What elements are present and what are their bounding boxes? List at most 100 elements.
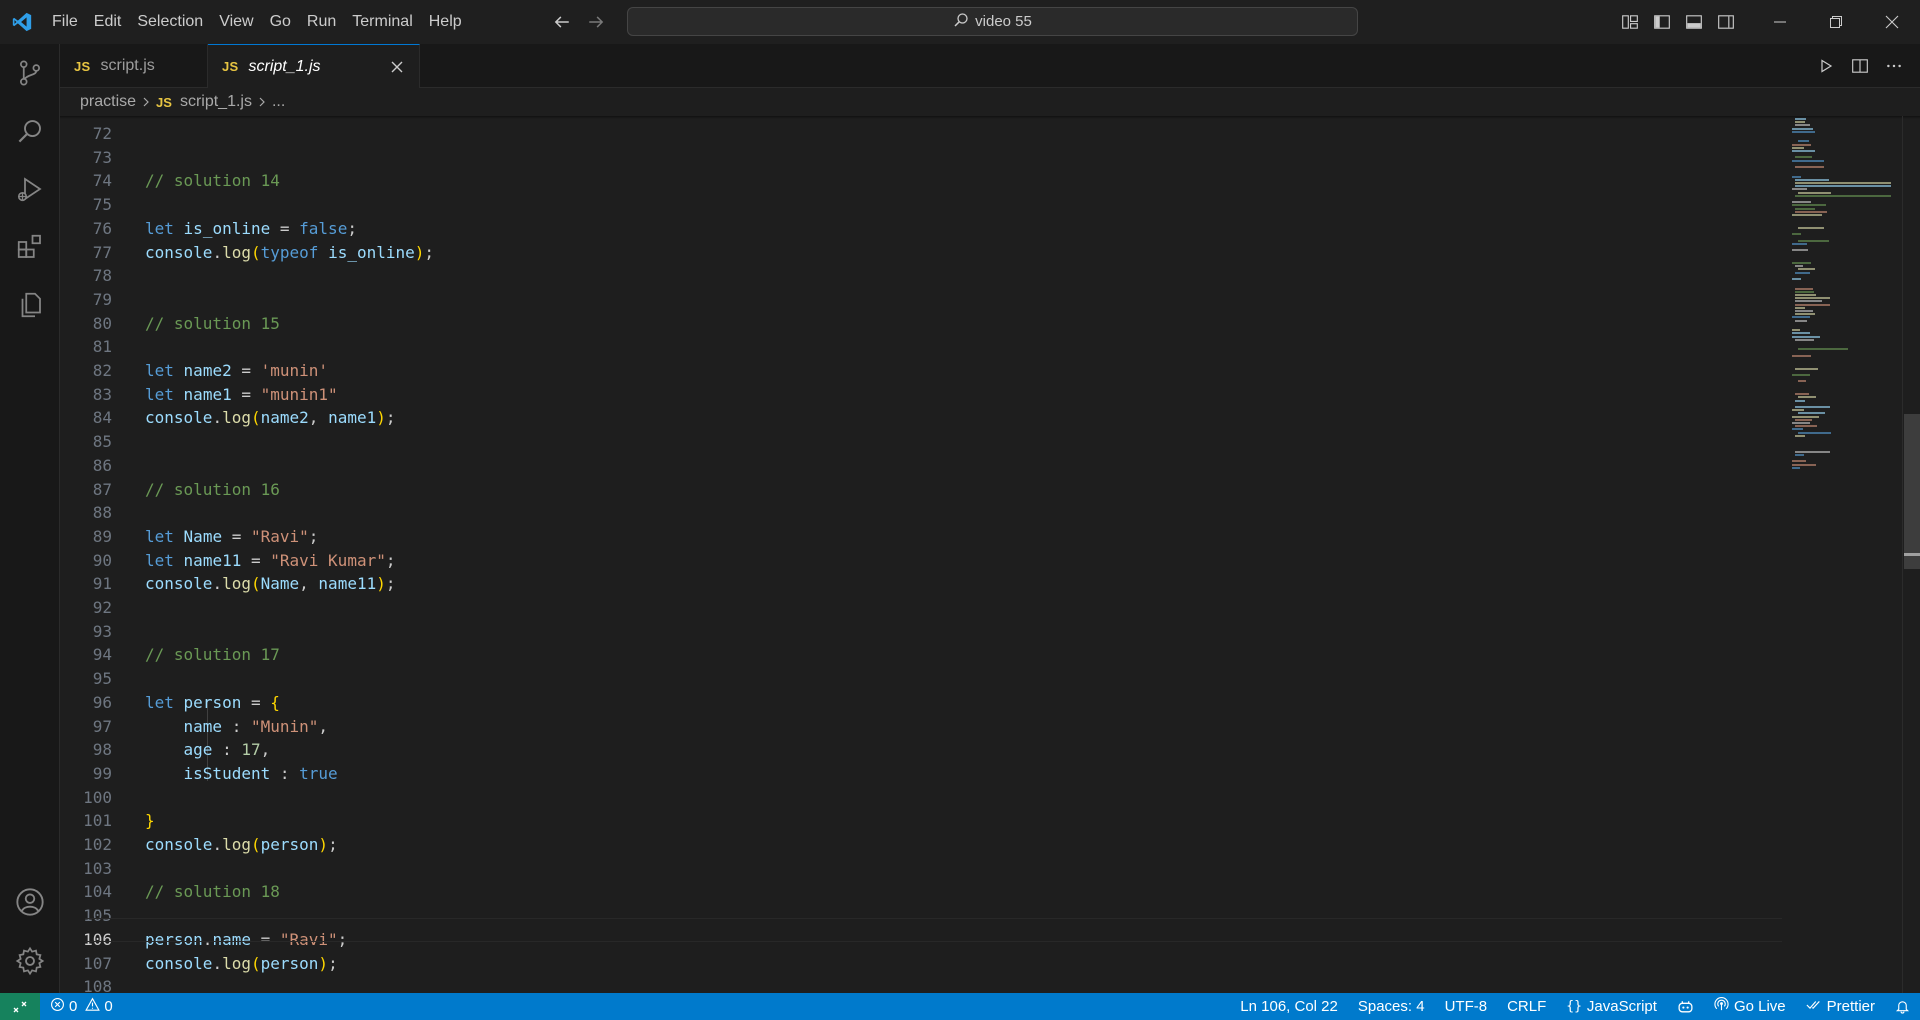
line-number: 85: [92, 432, 112, 452]
code-line[interactable]: 98 age : 17,: [60, 738, 1782, 762]
remote-indicator-icon[interactable]: [0, 993, 40, 1020]
accounts-icon[interactable]: [0, 873, 60, 931]
code-line[interactable]: 83 let name1 = "munin1": [60, 383, 1782, 407]
extensions-icon[interactable]: [0, 218, 60, 276]
minimap-line: [1792, 335, 1820, 338]
menu-run[interactable]: Run: [299, 0, 344, 44]
search-sidebar-icon[interactable]: [0, 102, 60, 160]
command-center-search[interactable]: video 55: [627, 7, 1358, 36]
split-editor-icon[interactable]: [1850, 56, 1870, 76]
notifications-bell-icon[interactable]: [1885, 993, 1920, 1020]
code-line[interactable]: 108: [60, 975, 1782, 993]
language-mode[interactable]: {} JavaScript: [1556, 993, 1667, 1020]
code-line[interactable]: 74 // solution 14: [60, 169, 1782, 193]
code-line[interactable]: 78: [60, 264, 1782, 288]
end-of-line[interactable]: CRLF: [1497, 993, 1556, 1020]
code-line[interactable]: 84 console.log(name2, name1);: [60, 406, 1782, 430]
line-number: 104: [83, 882, 112, 902]
code-token: let: [145, 218, 174, 238]
code-line[interactable]: 107 console.log(person);: [60, 952, 1782, 976]
code-line[interactable]: 80 // solution 15: [60, 312, 1782, 336]
close-tab-icon[interactable]: [387, 57, 407, 77]
code-line[interactable]: 91 console.log(Name, name11);: [60, 572, 1782, 596]
code-line[interactable]: 97 name : "Munin",: [60, 715, 1782, 739]
breadcrumb-folder[interactable]: practise: [80, 93, 136, 111]
code-line[interactable]: 95: [60, 667, 1782, 691]
restore-icon[interactable]: [1808, 0, 1864, 44]
run-and-debug-icon[interactable]: [0, 160, 60, 218]
run-code-icon[interactable]: [1816, 56, 1836, 76]
forward-arrow-icon[interactable]: [586, 12, 606, 32]
code-line[interactable]: 94 // solution 17: [60, 643, 1782, 667]
code-editor[interactable]: 72 73 74 // solution 14 75 76 let is_online = …: [60, 116, 1782, 993]
back-arrow-icon[interactable]: [552, 12, 572, 32]
code-line[interactable]: 101}: [60, 809, 1782, 833]
minimap-line: [1795, 124, 1810, 127]
code-line[interactable]: 82 let name2 = 'munin': [60, 359, 1782, 383]
code-token: let: [145, 692, 174, 712]
code-token: name1: [328, 408, 377, 428]
code-line[interactable]: 77 console.log(typeof is_online);: [60, 241, 1782, 265]
file-encoding[interactable]: UTF-8: [1435, 993, 1498, 1020]
indentation[interactable]: Spaces: 4: [1348, 993, 1435, 1020]
code-token: ;: [328, 953, 338, 973]
copilot-icon[interactable]: [1667, 993, 1704, 1020]
settings-gear-icon[interactable]: [0, 932, 60, 990]
code-line[interactable]: 90 let name11 = "Ravi Kumar";: [60, 549, 1782, 573]
breadcrumb-symbol[interactable]: ...: [272, 93, 285, 111]
toggle-panel-icon[interactable]: [1684, 12, 1704, 32]
code-line[interactable]: 93: [60, 620, 1782, 644]
code-line[interactable]: 102 console.log(person);: [60, 833, 1782, 857]
explorer-files-icon[interactable]: [0, 276, 60, 334]
line-number: 79: [92, 289, 112, 309]
tab-script-js[interactable]: JS script.js: [60, 44, 208, 88]
code-line[interactable]: 73: [60, 146, 1782, 170]
minimap[interactable]: [1782, 116, 1902, 993]
vertical-scrollbar[interactable]: [1902, 116, 1920, 993]
code-line[interactable]: 72: [60, 122, 1782, 146]
more-actions-icon[interactable]: [1884, 56, 1904, 76]
code-line[interactable]: 100: [60, 786, 1782, 810]
code-line[interactable]: 96 let person = {: [60, 691, 1782, 715]
source-control-icon[interactable]: [0, 44, 60, 102]
minimap-line: [1795, 207, 1815, 210]
tab-script-1-js[interactable]: JS script_1.js: [208, 44, 420, 88]
menu-terminal[interactable]: Terminal: [344, 0, 420, 44]
code-line[interactable]: 79: [60, 288, 1782, 312]
menu-file[interactable]: File: [44, 0, 86, 44]
menu-view[interactable]: View: [211, 0, 261, 44]
menu-help[interactable]: Help: [421, 0, 470, 44]
code-line[interactable]: 81: [60, 335, 1782, 359]
go-live-button[interactable]: Go Live: [1704, 993, 1796, 1020]
code-line[interactable]: 92: [60, 596, 1782, 620]
prettier-status[interactable]: Prettier: [1796, 993, 1885, 1020]
code-line[interactable]: 87 // solution 16: [60, 478, 1782, 502]
close-window-icon[interactable]: [1864, 0, 1920, 44]
toggle-primary-sidebar-icon[interactable]: [1652, 12, 1672, 32]
code-line[interactable]: 103: [60, 857, 1782, 881]
minimize-icon[interactable]: [1752, 0, 1808, 44]
code-line[interactable]: 104 // solution 18: [60, 880, 1782, 904]
code-token: (: [250, 835, 261, 854]
menu-edit[interactable]: Edit: [86, 0, 130, 44]
code-line[interactable]: 86: [60, 454, 1782, 478]
scrollbar-thumb[interactable]: [1904, 414, 1920, 569]
code-line[interactable]: 89 let Name = "Ravi";: [60, 525, 1782, 549]
menu-go[interactable]: Go: [262, 0, 299, 44]
code-line[interactable]: 85: [60, 430, 1782, 454]
code-line[interactable]: 75: [60, 193, 1782, 217]
code-line[interactable]: 88: [60, 501, 1782, 525]
problems-indicator[interactable]: 0 0: [40, 997, 123, 1016]
minimap-line: [1792, 233, 1801, 236]
code-line[interactable]: 76 let is_online = false;: [60, 217, 1782, 241]
code-line[interactable]: 99 isStudent : true: [60, 762, 1782, 786]
breadcrumb-file[interactable]: script_1.js: [180, 93, 252, 111]
customize-layout-icon[interactable]: [1620, 12, 1640, 32]
code-text: console.log(person);: [145, 833, 338, 857]
menu-selection[interactable]: Selection: [129, 0, 211, 44]
line-number: 108: [83, 977, 112, 993]
cursor-position[interactable]: Ln 106, Col 22: [1230, 993, 1348, 1020]
toggle-secondary-sidebar-icon[interactable]: [1716, 12, 1736, 32]
broadcast-icon: [1714, 997, 1729, 1016]
